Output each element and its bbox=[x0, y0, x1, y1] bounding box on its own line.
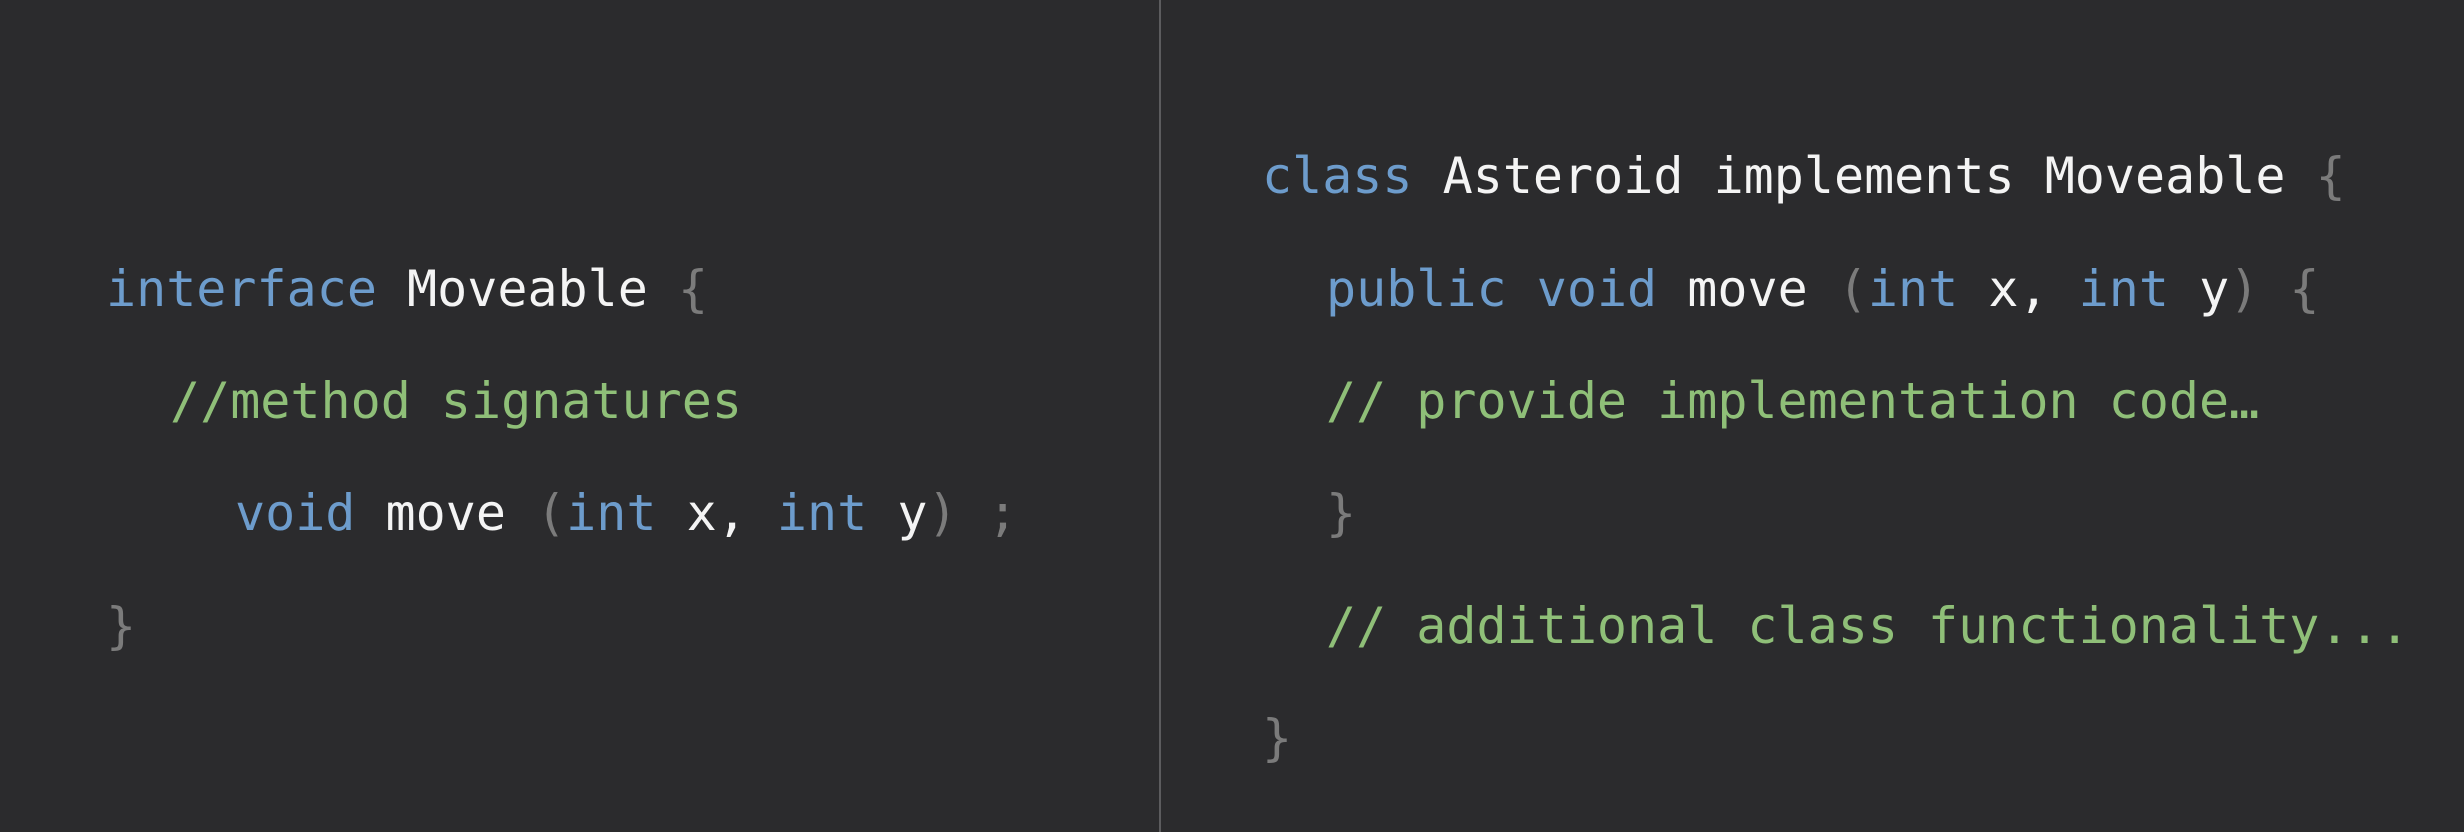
param-name-1: x, bbox=[686, 484, 747, 542]
open-paren: ( bbox=[536, 484, 567, 542]
param-name-2: y bbox=[2199, 260, 2230, 318]
close-brace: } bbox=[106, 597, 137, 655]
open-brace: { bbox=[2315, 147, 2346, 205]
implements-keyword: implements bbox=[1713, 147, 2015, 205]
param-type-1: int bbox=[566, 484, 657, 542]
class-declaration-line: class Asteroid implements Moveable { bbox=[1262, 146, 2346, 206]
comment-text: // additional class functionality... bbox=[1326, 597, 2410, 655]
interface-name: Moveable bbox=[407, 260, 648, 318]
close-paren: ) bbox=[927, 484, 958, 542]
method-declaration-line: public void move (int x, int y) { bbox=[1326, 259, 2320, 319]
close-brace-line: } bbox=[106, 596, 136, 656]
code-slide: interface Moveable { //method signatures… bbox=[0, 0, 2464, 832]
param-type-2: int bbox=[2078, 260, 2169, 318]
class-keyword: class bbox=[1262, 147, 1413, 205]
method-signature-line: void move (int x, int y) ; bbox=[235, 483, 1018, 543]
access-modifier: public bbox=[1326, 260, 1507, 318]
open-paren: ( bbox=[1837, 260, 1868, 318]
close-paren: ) bbox=[2229, 260, 2260, 318]
param-name-1: x, bbox=[1988, 260, 2049, 318]
comment-text: // provide implementation code… bbox=[1326, 372, 2260, 430]
return-type: void bbox=[235, 484, 356, 542]
class-close-brace: } bbox=[1262, 709, 1293, 767]
class-name: Asteroid bbox=[1442, 147, 1684, 205]
method-name: move bbox=[385, 484, 506, 542]
class-close-brace-line: } bbox=[1262, 708, 1292, 768]
method-open-brace: { bbox=[2289, 260, 2320, 318]
implemented-interface-name: Moveable bbox=[2044, 147, 2286, 205]
open-brace: { bbox=[677, 260, 709, 318]
implementation-comment-line: // provide implementation code… bbox=[1326, 371, 2259, 431]
pane-divider bbox=[1159, 0, 1161, 832]
comment-text: //method signatures bbox=[170, 372, 742, 430]
return-type: void bbox=[1536, 260, 1658, 318]
method-close-brace: } bbox=[1326, 484, 1357, 542]
param-name-2: y bbox=[897, 484, 928, 542]
interface-keyword: interface bbox=[106, 260, 377, 318]
param-type-2: int bbox=[776, 484, 868, 542]
semicolon: ; bbox=[987, 484, 1018, 542]
param-type-1: int bbox=[1867, 260, 1959, 318]
method-name: move bbox=[1687, 260, 1808, 318]
method-signatures-comment-line: //method signatures bbox=[170, 371, 742, 431]
method-close-brace-line: } bbox=[1326, 483, 1356, 543]
functionality-comment-line: // additional class functionality... bbox=[1326, 596, 2410, 656]
interface-declaration-line: interface Moveable { bbox=[106, 259, 708, 319]
